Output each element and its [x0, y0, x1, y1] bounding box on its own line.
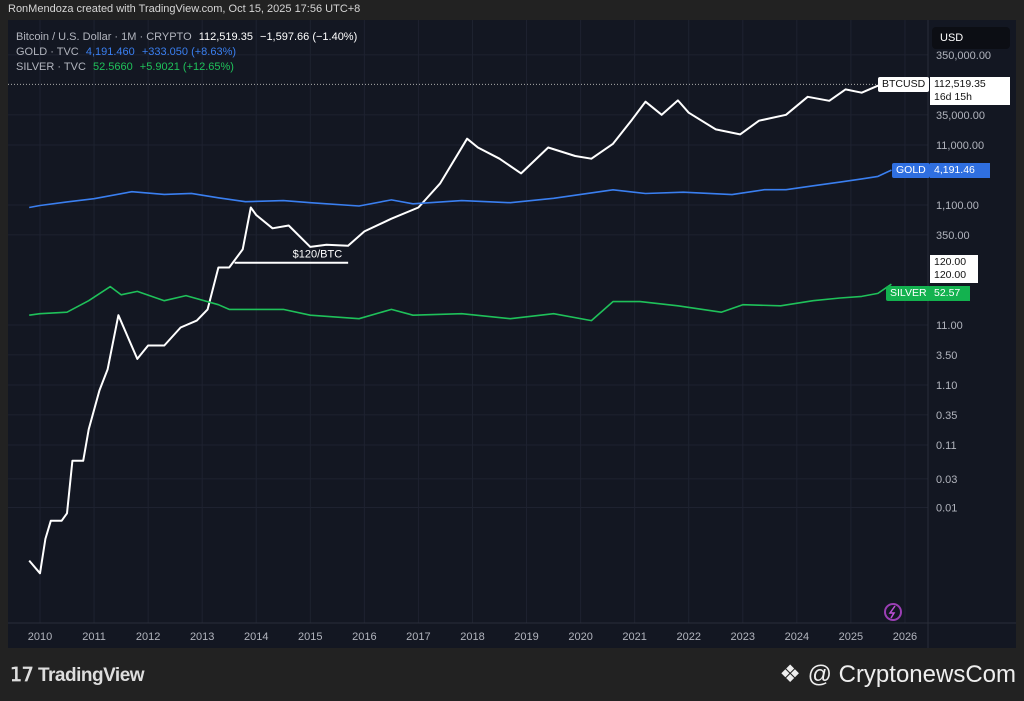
- series-line-btcusd: [28, 83, 892, 575]
- legend-silver[interactable]: SILVER · TVC 52.5660 +5.9021 (+12.65%): [16, 61, 238, 73]
- btc-series-tag: BTCUSD: [878, 77, 930, 92]
- tradingview-icon: 𝟣𝟩: [10, 665, 38, 686]
- x-tick-label: 2014: [244, 631, 268, 643]
- x-tick-label: 2025: [839, 631, 863, 643]
- x-tick-label: 2021: [622, 631, 646, 643]
- legend-silver-change: +5.9021 (+12.65%): [139, 61, 234, 73]
- currency-selector[interactable]: USD: [932, 27, 1010, 49]
- legend-gold-change: +333.050 (+8.63%): [141, 46, 237, 58]
- series-line-silver: [29, 283, 892, 322]
- gold-price-tag: 4,191.46: [930, 163, 990, 178]
- legend-gold-value: 4,191.460: [85, 46, 135, 58]
- line-price-tag: 120.00 120.00: [930, 255, 978, 283]
- x-tick-label: 2017: [406, 631, 430, 643]
- x-tick-label: 2010: [28, 631, 52, 643]
- chart-svg[interactable]: 350,000.00 35,000.00 11,000.00 1,100.00 350.…: [0, 0, 1024, 701]
- tradingview-logo: 𝟣𝟩 TradingView: [10, 664, 145, 687]
- legend-silver-name: SILVER · TVC: [16, 61, 86, 73]
- y-tick-label: 0.35: [936, 410, 957, 422]
- legend-btc-name: Bitcoin / U.S. Dollar · 1M · CRYPTO: [16, 31, 192, 43]
- y-tick-label: 35,000.00: [936, 110, 985, 122]
- x-tick-label: 2024: [785, 631, 809, 643]
- y-tick-label: 1,100.00: [936, 200, 979, 212]
- x-tick-label: 2015: [298, 631, 322, 643]
- x-tick-label: 2011: [82, 631, 106, 643]
- lightning-icon: [884, 603, 902, 621]
- x-tick-label: 2022: [676, 631, 700, 643]
- binance-icon: ❖: [779, 661, 801, 688]
- legend-gold-name: GOLD · TVC: [16, 46, 79, 58]
- legend-gold[interactable]: GOLD · TVC 4,191.460 +333.050 (+8.63%): [16, 46, 240, 58]
- lightning-bolt-icon: [888, 605, 896, 619]
- cryptonews-watermark: ❖ @ CryptonewsCom: [779, 660, 1016, 689]
- tradingview-text: TradingView: [37, 665, 145, 686]
- x-tick-label: 2018: [460, 631, 484, 643]
- y-tick-label: 11.00: [936, 320, 963, 332]
- x-tick-label: 2012: [136, 631, 160, 643]
- x-tick-label: 2016: [352, 631, 376, 643]
- btc-countdown: 16d 15h: [934, 91, 972, 103]
- btc-price: 112,519.35: [934, 78, 986, 90]
- legend-btc-value: 112,519.35: [198, 31, 253, 43]
- y-tick-label: 0.01: [936, 502, 957, 514]
- x-tick-label: 2020: [568, 631, 592, 643]
- y-tick-label: 1.10: [936, 380, 957, 392]
- series-line-gold: [29, 169, 892, 209]
- x-tick-label: 2026: [893, 631, 917, 643]
- y-tick-label: 3.50: [936, 350, 957, 362]
- y-tick-label: 350.00: [936, 230, 970, 242]
- y-tick-label: 350,000.00: [936, 50, 991, 62]
- btc-price-tag: 112,519.35 16d 15h: [930, 77, 1010, 105]
- silver-price-tag: 52.57: [930, 286, 970, 301]
- legend-btc-change: −1,597.66 (−1.40%): [260, 31, 358, 43]
- legend-silver-value: 52.5660: [92, 61, 133, 73]
- gold-series-tag: GOLD: [892, 163, 930, 178]
- x-tick-label: 2023: [731, 631, 755, 643]
- cryptonews-text: @ CryptonewsCom: [807, 661, 1016, 688]
- x-tick-label: 2013: [190, 631, 214, 643]
- y-tick-label: 0.11: [936, 440, 957, 452]
- silver-series-tag: SILVER: [886, 286, 931, 301]
- line-price-1: 120.00: [934, 256, 967, 268]
- y-tick-label: 0.03: [936, 474, 957, 486]
- y-tick-label: 11,000.00: [936, 140, 984, 152]
- annotation-label: $120/BTC: [293, 249, 343, 261]
- line-price-2: 120.00: [934, 269, 967, 281]
- x-tick-label: 2019: [514, 631, 538, 643]
- legend-btc[interactable]: Bitcoin / U.S. Dollar · 1M · CRYPTO 112,…: [16, 31, 361, 43]
